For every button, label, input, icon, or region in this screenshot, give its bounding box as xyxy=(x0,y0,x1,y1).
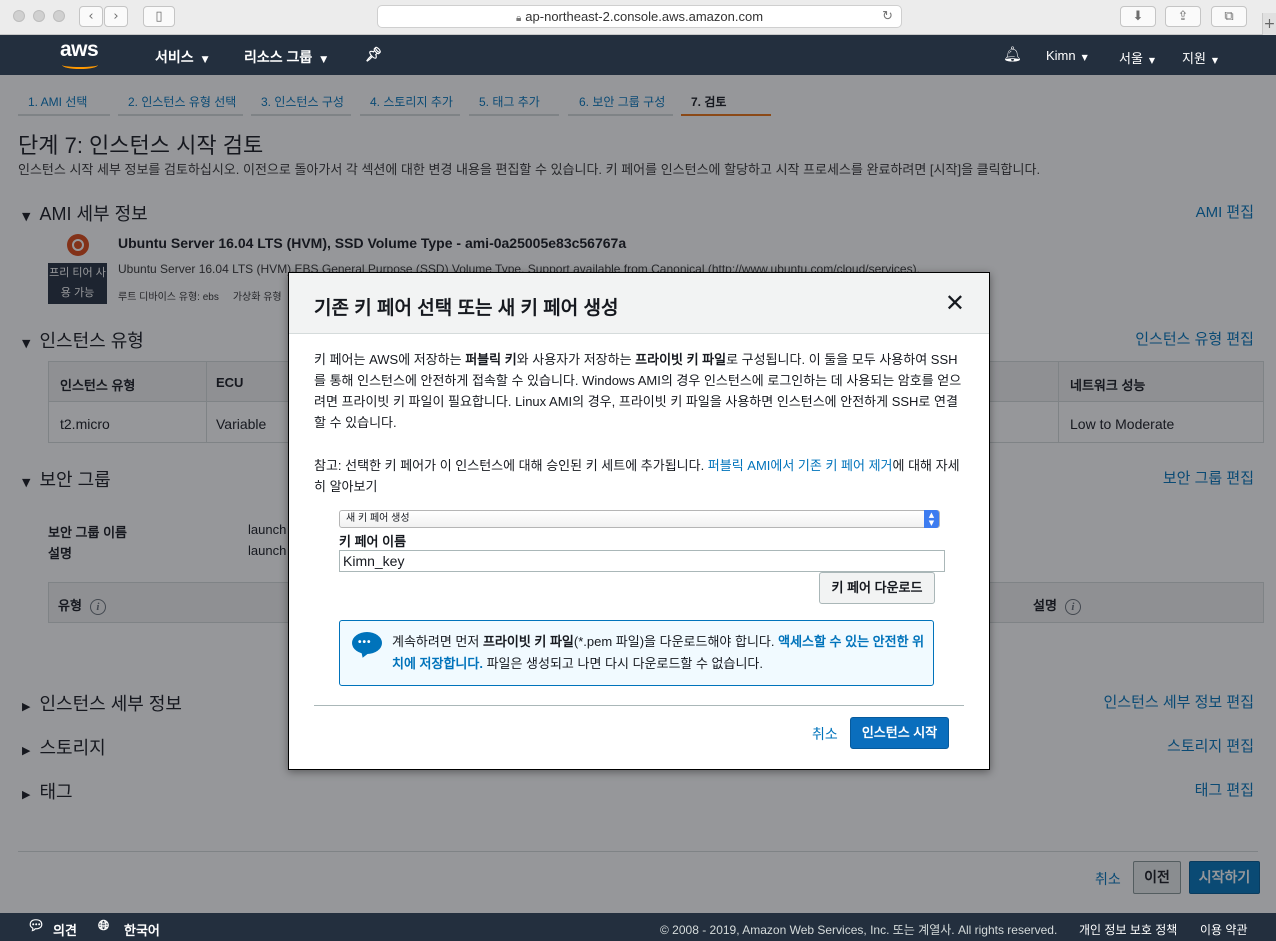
modal-cancel-button[interactable]: 취소 xyxy=(812,724,838,744)
key-pair-modal: 기존 키 페어 선택 또는 새 키 페어 생성 ✕ 키 페어는 AWS에 저장하… xyxy=(288,272,990,770)
text: 키 페어는 AWS에 저장하는 xyxy=(314,352,466,367)
reload-icon[interactable]: ↻ xyxy=(882,6,893,27)
close-icon[interactable]: ✕ xyxy=(945,289,965,317)
globe-icon: 🌐︎ xyxy=(98,918,110,934)
key-pair-name-label: 키 페어 이름 xyxy=(339,534,407,549)
browser-toolbar: ‹ › ▯ 🔒︎ ap-northeast-2.console.aws.amazo… xyxy=(0,0,1276,35)
text: 파일은 생성되고 나면 다시 다운로드할 수 없습니다. xyxy=(482,656,764,671)
services-label: 서비스 xyxy=(155,49,194,65)
modal-header: 기존 키 페어 선택 또는 새 키 페어 생성 ✕ xyxy=(289,273,989,334)
region-menu[interactable]: 서울 ▼ xyxy=(1119,48,1155,67)
aws-navbar: aws 서비스 ▼ 리소스 그룹 ▼ 📌︎ 🔔︎ Kimn ▼ 서울 ▼ 지원 ▼ xyxy=(0,35,1276,75)
user-name: Kimn xyxy=(1046,48,1076,63)
chevron-down-icon: ▼ xyxy=(1148,56,1156,65)
account-menu[interactable]: Kimn ▼ xyxy=(1046,48,1088,63)
pin-icon[interactable]: 📌︎ xyxy=(365,47,383,63)
chat-bubble-icon: ••• xyxy=(352,632,382,654)
chevron-down-icon: ▼ xyxy=(1211,56,1219,65)
share-icon[interactable]: ⇪ xyxy=(1165,6,1201,27)
key-pair-option-select[interactable]: 새 키 페어 생성 ▲ ▼ xyxy=(339,510,940,528)
resource-groups-menu[interactable]: 리소스 그룹 ▼ xyxy=(244,47,327,67)
alert-text: 계속하려면 먼저 프라이빗 키 파일(*.pem 파일)을 다운로드해야 합니다… xyxy=(392,631,927,675)
bell-icon[interactable]: 🔔︎ xyxy=(1003,45,1022,63)
remove-key-pair-link[interactable]: 퍼블릭 AMI에서 기존 키 페어 제거 xyxy=(708,458,893,473)
select-value: 새 키 페어 생성 xyxy=(346,513,410,524)
terms-link[interactable]: 이용 약관 xyxy=(1200,921,1248,938)
chevron-down-icon: ▼ xyxy=(201,55,209,65)
aws-smile-icon xyxy=(62,61,98,69)
privacy-link[interactable]: 개인 정보 보호 정책 xyxy=(1079,921,1177,938)
new-tab-icon[interactable]: + xyxy=(1262,13,1276,35)
window-minimize-dot[interactable] xyxy=(33,10,45,22)
console-footer: 💬︎ 의견 🌐︎ 한국어 © 2008 - 2019, Amazon Web S… xyxy=(0,913,1276,941)
url-text: ap-northeast-2.console.aws.amazon.com xyxy=(525,9,764,24)
forward-icon[interactable]: › xyxy=(104,6,128,27)
chevron-updown-icon: ▲ ▼ xyxy=(924,510,939,528)
download-key-pair-button[interactable]: 키 페어 다운로드 xyxy=(819,572,935,604)
launch-instances-button[interactable]: 인스턴스 시작 xyxy=(850,717,949,749)
tabs-icon[interactable]: ⧉ xyxy=(1211,6,1247,27)
chevron-down-icon: ▼ xyxy=(320,55,328,65)
key-pair-explanation: 키 페어는 AWS에 저장하는 퍼블릭 키와 사용자가 저장하는 프라이빗 키 … xyxy=(314,349,964,433)
text-bold: 프라이빗 키 파일 xyxy=(635,352,727,367)
modal-title: 기존 키 페어 선택 또는 새 키 페어 생성 xyxy=(314,298,619,319)
copyright: © 2008 - 2019, Amazon Web Services, Inc.… xyxy=(660,923,1058,937)
language-selector[interactable]: 한국어 xyxy=(124,920,160,939)
text: 와 사용자가 저장하는 xyxy=(516,352,636,367)
text: 계속하려면 먼저 xyxy=(392,634,483,649)
text-bold: 프라이빗 키 파일 xyxy=(482,634,574,649)
text-bold: 퍼블릭 키 xyxy=(465,352,517,367)
window-close-dot[interactable] xyxy=(13,10,25,22)
aws-logo-text: aws xyxy=(60,38,99,61)
chevron-down-icon: ▼ xyxy=(1081,53,1088,62)
downloads-icon[interactable]: ⬇ xyxy=(1120,6,1156,27)
support-menu[interactable]: 지원 ▼ xyxy=(1182,48,1218,67)
lock-icon: 🔒︎ xyxy=(515,13,522,24)
services-menu[interactable]: 서비스 ▼ xyxy=(155,47,209,67)
feedback-icon: 💬︎ xyxy=(27,918,45,934)
address-bar[interactable]: 🔒︎ ap-northeast-2.console.aws.amazon.com … xyxy=(377,5,902,28)
sidebar-icon[interactable]: ▯ xyxy=(143,6,175,27)
key-pair-name-input[interactable]: Kimn_key xyxy=(339,550,945,572)
key-pair-note: 참고: 선택한 키 페어가 이 인스턴스에 대해 승인된 키 세트에 추가됩니다… xyxy=(314,455,964,497)
text: (*.pem 파일)을 다운로드해야 합니다. xyxy=(573,634,779,649)
info-alert: ••• 계속하려면 먼저 프라이빗 키 파일(*.pem 파일)을 다운로드해야… xyxy=(339,620,934,686)
aws-logo[interactable]: aws xyxy=(60,38,102,70)
region-label: 서울 xyxy=(1119,51,1143,66)
window-zoom-dot[interactable] xyxy=(53,10,65,22)
back-icon[interactable]: ‹ xyxy=(79,6,103,27)
resource-groups-label: 리소스 그룹 xyxy=(244,49,313,65)
divider xyxy=(314,705,964,706)
text: 참고: 선택한 키 페어가 이 인스턴스에 대해 승인된 키 세트에 추가됩니다… xyxy=(314,458,708,473)
feedback-link[interactable]: 의견 xyxy=(53,920,77,939)
support-label: 지원 xyxy=(1182,51,1206,66)
